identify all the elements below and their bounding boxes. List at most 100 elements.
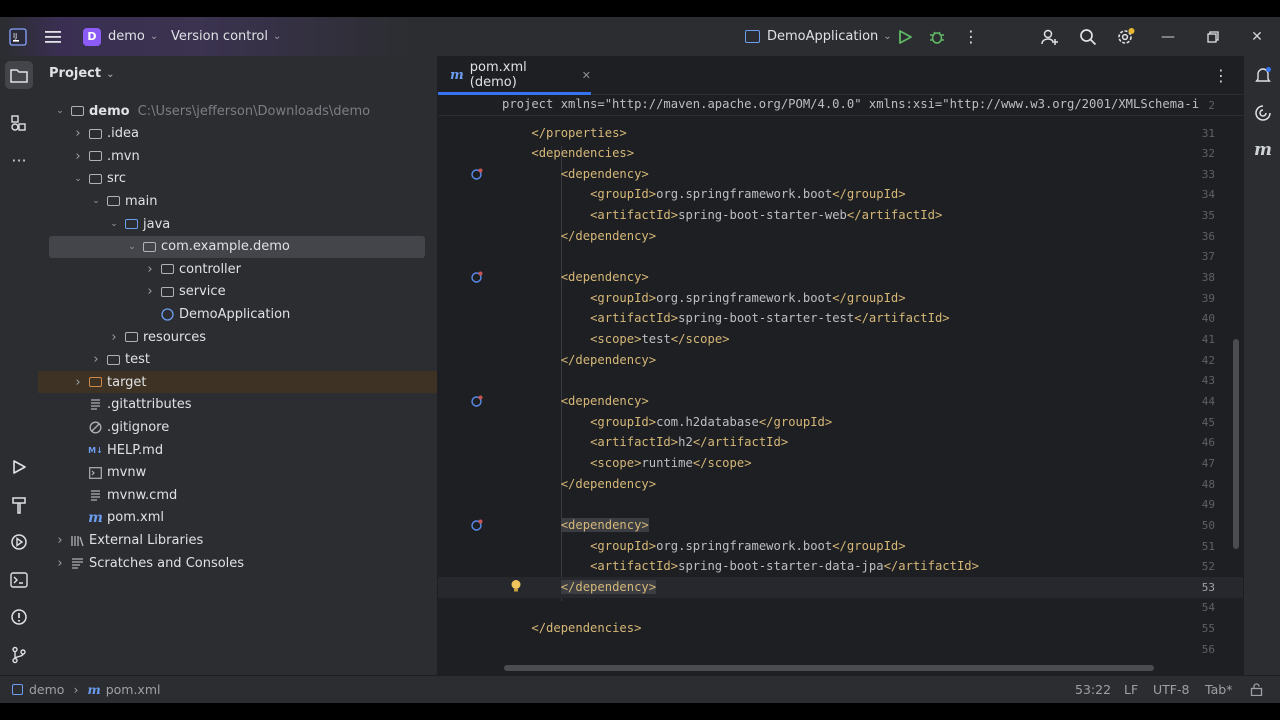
tree-item[interactable]: .gitignore xyxy=(38,416,437,438)
tree-item[interactable]: › service xyxy=(38,281,437,303)
tree-item[interactable]: › Scratches and Consoles xyxy=(38,552,437,574)
tree-item[interactable]: › .idea xyxy=(38,123,437,145)
add-user-button[interactable] xyxy=(1041,17,1059,56)
chevron-right-icon[interactable]: › xyxy=(143,262,157,277)
code-line[interactable]: <artifactId>h2</artifactId> xyxy=(502,435,788,449)
chevron-right-icon[interactable]: › xyxy=(143,284,157,299)
tree-item[interactable]: › target xyxy=(38,371,437,394)
maven-tool-icon[interactable]: m xyxy=(1244,136,1280,164)
tree-item[interactable]: ⌄ com.example.demo xyxy=(49,235,425,258)
code-line[interactable]: <scope>test</scope> xyxy=(502,332,729,346)
code-line[interactable]: <artifactId>spring-boot-starter-test</ar… xyxy=(502,311,950,325)
chevron-down-icon[interactable]: ⌄ xyxy=(107,219,121,229)
code-line[interactable]: </properties> xyxy=(502,126,626,140)
build-tool-button[interactable] xyxy=(0,491,38,519)
run-tool-button[interactable] xyxy=(0,453,38,481)
tab-pom-xml[interactable]: m pom.xml (demo) ✕ xyxy=(438,56,591,95)
code-line[interactable]: </dependencies> xyxy=(502,621,641,635)
code-line[interactable]: <dependency> xyxy=(502,167,649,181)
tree-item[interactable]: ⌄ demo C:\Users\jefferson\Downloads\demo xyxy=(38,100,437,122)
search-button[interactable] xyxy=(1079,17,1097,56)
tree-item[interactable]: M↓ HELP.md xyxy=(38,439,437,461)
main-menu-icon[interactable] xyxy=(44,17,62,56)
dependency-gutter-icon[interactable] xyxy=(471,395,483,407)
code-line[interactable]: <artifactId>spring-boot-starter-web</art… xyxy=(502,208,942,222)
code-line[interactable]: <dependency> xyxy=(502,270,649,284)
indent-setting[interactable]: Tab* xyxy=(1205,676,1232,703)
tree-item[interactable]: mvnw xyxy=(38,462,437,484)
code-line[interactable]: <artifactId>spring-boot-starter-data-jpa… xyxy=(502,559,979,573)
dependency-gutter-icon[interactable] xyxy=(471,271,483,283)
more-actions-icon[interactable]: ⋮ xyxy=(963,17,979,56)
notifications-button[interactable] xyxy=(1244,61,1280,89)
tree-item[interactable]: › resources xyxy=(38,326,437,348)
tree-item[interactable]: › test xyxy=(38,349,437,371)
debug-button[interactable] xyxy=(929,17,945,56)
git-tool-button[interactable] xyxy=(0,641,38,669)
chevron-right-icon[interactable]: › xyxy=(53,556,67,571)
horizontal-scrollbar[interactable] xyxy=(504,665,1154,671)
run-button[interactable] xyxy=(897,17,913,56)
problems-tool-button[interactable] xyxy=(0,603,38,631)
code-line[interactable]: <dependency> xyxy=(502,394,649,408)
code-line[interactable]: <dependency> xyxy=(502,517,649,532)
close-window-button[interactable]: ✕ xyxy=(1237,17,1277,56)
structure-tool-button[interactable] xyxy=(0,109,38,137)
app-logo-icon[interactable]: IJ xyxy=(9,17,27,56)
minimize-button[interactable]: — xyxy=(1148,17,1188,56)
tree-item[interactable]: ⌄ main xyxy=(38,190,437,212)
tree-item[interactable]: ⌄ java xyxy=(38,213,437,235)
services-tool-button[interactable] xyxy=(0,528,38,556)
tree-item[interactable]: ⌄ src xyxy=(38,168,437,190)
chevron-down-icon[interactable]: ⌄ xyxy=(125,242,139,252)
project-panel-title[interactable]: Project ⌄ xyxy=(49,66,114,81)
line-separator[interactable]: LF xyxy=(1124,676,1138,703)
code-line[interactable]: </dependency> xyxy=(502,229,656,243)
tree-item[interactable]: DemoApplication xyxy=(38,303,437,325)
tree-item[interactable]: › .mvn xyxy=(38,145,437,167)
dependency-gutter-icon[interactable] xyxy=(471,168,483,180)
lock-icon[interactable] xyxy=(1250,676,1263,703)
chevron-down-icon[interactable]: ⌄ xyxy=(71,174,85,184)
tree-item[interactable]: m pom.xml xyxy=(38,507,437,529)
tree-item[interactable]: › controller xyxy=(38,258,437,280)
code-line[interactable]: </dependency> xyxy=(502,353,656,367)
tab-options-icon[interactable]: ⋮ xyxy=(1213,66,1229,85)
breadcrumb-project[interactable]: demo xyxy=(29,682,64,697)
code-line[interactable]: </dependency> xyxy=(502,579,657,594)
chevron-right-icon[interactable]: › xyxy=(53,533,67,548)
terminal-tool-button[interactable] xyxy=(0,566,38,594)
close-tab-icon[interactable]: ✕ xyxy=(582,69,591,82)
restore-button[interactable] xyxy=(1193,17,1233,56)
tree-item[interactable]: .gitattributes xyxy=(38,394,437,416)
caret-position[interactable]: 53:22 xyxy=(1075,676,1111,703)
project-switcher[interactable]: D demo ⌄ xyxy=(83,17,158,56)
settings-button[interactable] xyxy=(1116,17,1136,56)
code-line[interactable]: <groupId>org.springframework.boot</group… xyxy=(502,539,906,553)
chevron-down-icon[interactable]: ⌄ xyxy=(53,106,67,116)
file-encoding[interactable]: UTF-8 xyxy=(1153,676,1189,703)
dependency-gutter-icon[interactable] xyxy=(471,519,483,531)
vcs-menu[interactable]: Version control ⌄ xyxy=(171,17,281,56)
run-config-selector[interactable]: DemoApplication ⌄ xyxy=(745,17,892,56)
chevron-right-icon[interactable]: › xyxy=(71,375,85,390)
chevron-right-icon[interactable]: › xyxy=(71,149,85,164)
code-line[interactable]: <groupId>com.h2database</groupId> xyxy=(502,415,832,429)
chevron-right-icon[interactable]: › xyxy=(71,126,85,141)
ai-assistant-button[interactable] xyxy=(1244,99,1280,127)
chevron-down-icon[interactable]: ⌄ xyxy=(89,196,103,206)
tree-item[interactable]: mvnw.cmd xyxy=(38,484,437,506)
vertical-scrollbar[interactable] xyxy=(1233,339,1239,549)
more-icon[interactable]: ··· xyxy=(0,146,38,174)
code-line[interactable]: </dependency> xyxy=(502,477,656,491)
breadcrumb-file[interactable]: pom.xml xyxy=(106,682,161,697)
project-tool-button[interactable] xyxy=(5,61,33,89)
code-line[interactable]: <groupId>org.springframework.boot</group… xyxy=(502,187,906,201)
sticky-header-line[interactable]: 2 project xmlns="http://maven.apache.org… xyxy=(438,95,1243,116)
tree-item[interactable]: › External Libraries xyxy=(38,529,437,551)
chevron-right-icon[interactable]: › xyxy=(107,330,121,345)
code-line[interactable]: <dependencies> xyxy=(502,146,634,160)
code-line[interactable]: <scope>runtime</scope> xyxy=(502,456,751,470)
chevron-right-icon[interactable]: › xyxy=(89,352,103,367)
code-line[interactable]: <groupId>org.springframework.boot</group… xyxy=(502,291,906,305)
